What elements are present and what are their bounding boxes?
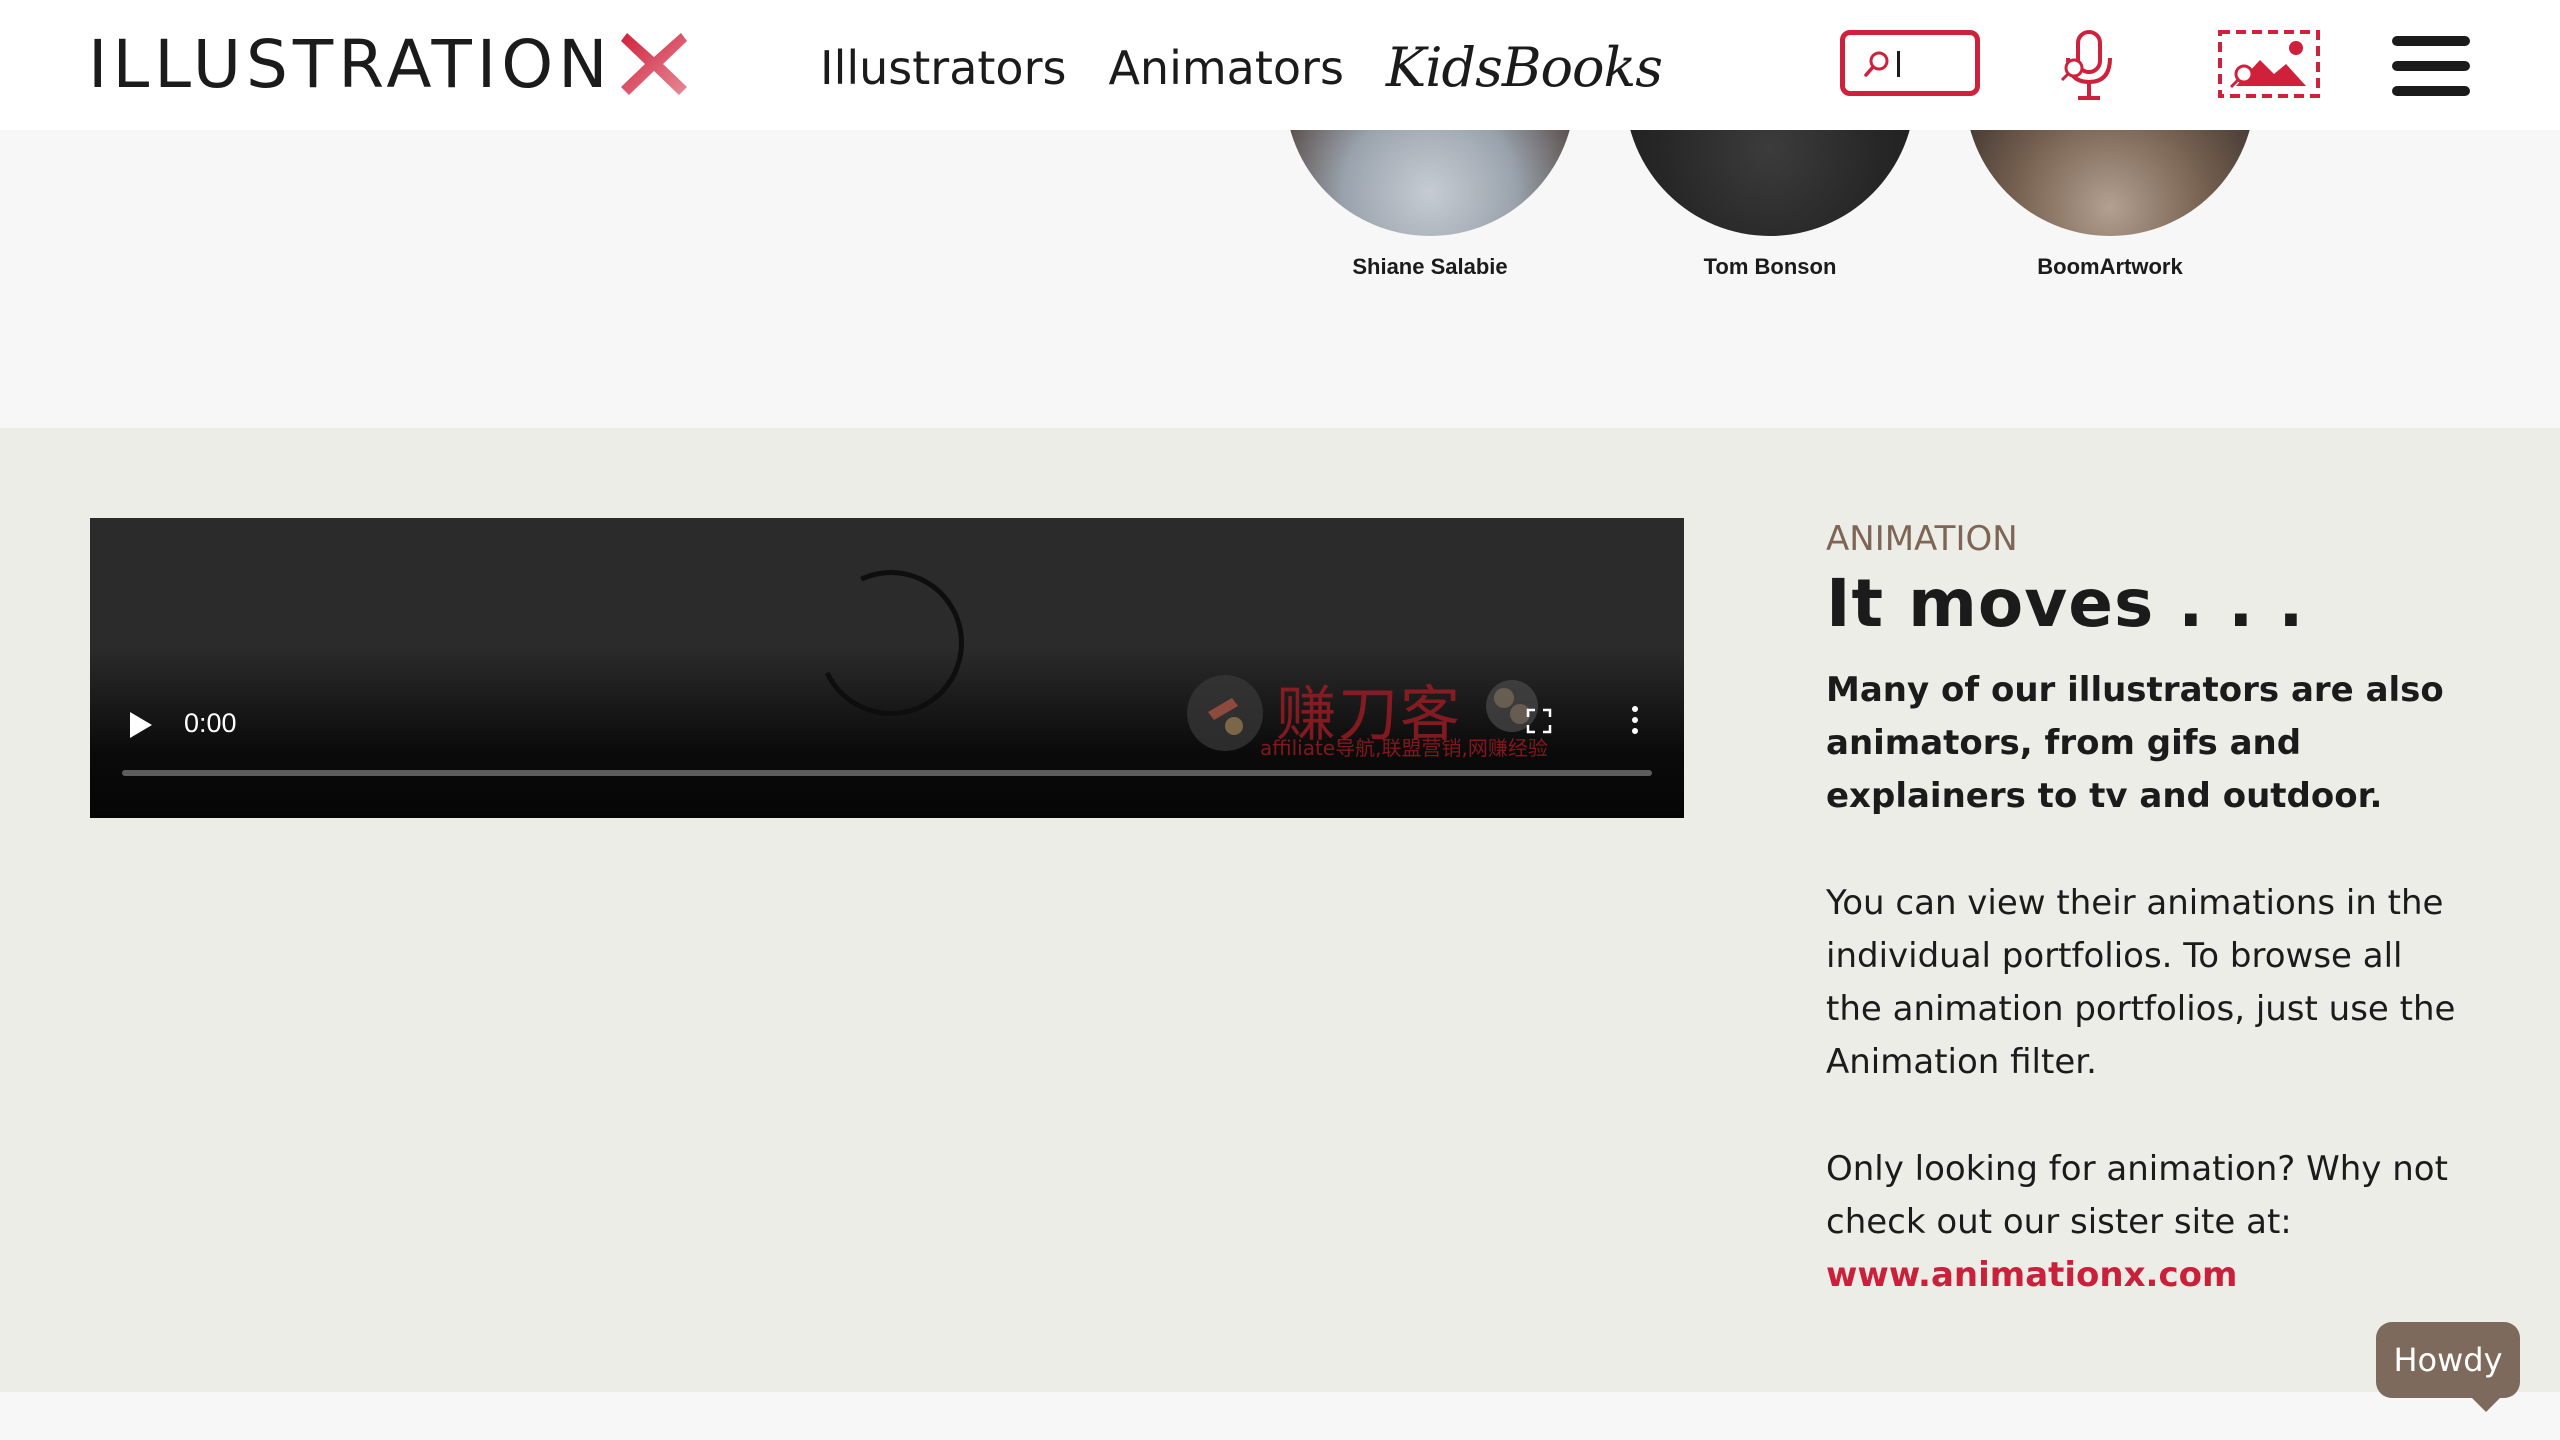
artist-name: Tom Bonson (1703, 254, 1837, 279)
watermark: 赚刀客 affiliate导航,联盟营销,网赚经验 (1180, 668, 1560, 768)
nav-animators[interactable]: Animators (1108, 41, 1343, 95)
nav-kidsbooks[interactable]: KidsBooks (1386, 36, 1663, 99)
menu-bar (2392, 36, 2470, 46)
artist-name: Shiane Salabie (1352, 254, 1508, 279)
animation-copy: ANIMATION It moves . . . Many of our ill… (1826, 518, 2466, 1302)
artist-card[interactable]: Tom Bonson (1620, 130, 1920, 280)
artist-photo (1965, 130, 2255, 236)
artist-card[interactable]: Shiane Salabie (1280, 130, 1580, 280)
featured-artists: Shiane Salabie Tom Bonson BoomArtwork (0, 130, 2560, 428)
microphone-icon[interactable] (2054, 28, 2124, 104)
section-paragraph: You can view their animations in the ind… (1826, 883, 2456, 1082)
animationx-link[interactable]: www.animationx.com (1826, 1249, 2466, 1302)
chat-bubble-button[interactable]: Howdy (2376, 1322, 2520, 1412)
search-button[interactable] (1840, 30, 1980, 96)
artist-name: BoomArtwork (2037, 254, 2183, 279)
search-icon (1864, 51, 1889, 77)
site-logo[interactable]: ILLUSTRATION (88, 25, 689, 103)
play-button[interactable] (130, 712, 152, 738)
main-nav: Illustrators Animators KidsBooks (820, 36, 1663, 99)
video-time: 0:00 (184, 708, 237, 738)
watermark-hammer-icon (1187, 675, 1263, 751)
video-player[interactable]: 赚刀客 affiliate导航,联盟营销,网赚经验 0:00 (90, 518, 1684, 818)
search-caret (1897, 51, 1900, 77)
footer-strip (0, 1392, 2560, 1440)
logo-x-mark-icon (620, 33, 687, 95)
section-eyebrow: ANIMATION (1826, 519, 2018, 559)
section-headline: It moves . . . (1826, 565, 2305, 642)
artist-card[interactable]: BoomArtwork (1960, 130, 2260, 280)
site-header: ILLUSTRATION Illustrators Animators Kids… (0, 0, 2560, 130)
menu-bar (2392, 86, 2470, 96)
menu-icon[interactable] (2392, 36, 2470, 96)
logo-text: ILLUSTRATION (88, 25, 613, 103)
image-search-icon[interactable] (2216, 28, 2322, 100)
section-paragraph: Only looking for animation? Why not chec… (1826, 1149, 2448, 1242)
nav-illustrators[interactable]: Illustrators (820, 41, 1066, 95)
animation-section: 赚刀客 affiliate导航,联盟营销,网赚经验 0:00 ANIMATION… (0, 428, 2560, 1392)
artist-photo (1285, 130, 1575, 236)
more-options-icon[interactable] (1630, 706, 1640, 736)
artist-photo (1625, 130, 1915, 236)
fullscreen-icon[interactable] (1526, 708, 1552, 734)
video-progress-bar[interactable] (122, 770, 1652, 776)
watermark-subtext: affiliate导航,联盟营销,网赚经验 (1260, 736, 1548, 760)
menu-bar (2392, 61, 2470, 71)
section-lead: Many of our illustrators are also animat… (1826, 670, 2444, 816)
